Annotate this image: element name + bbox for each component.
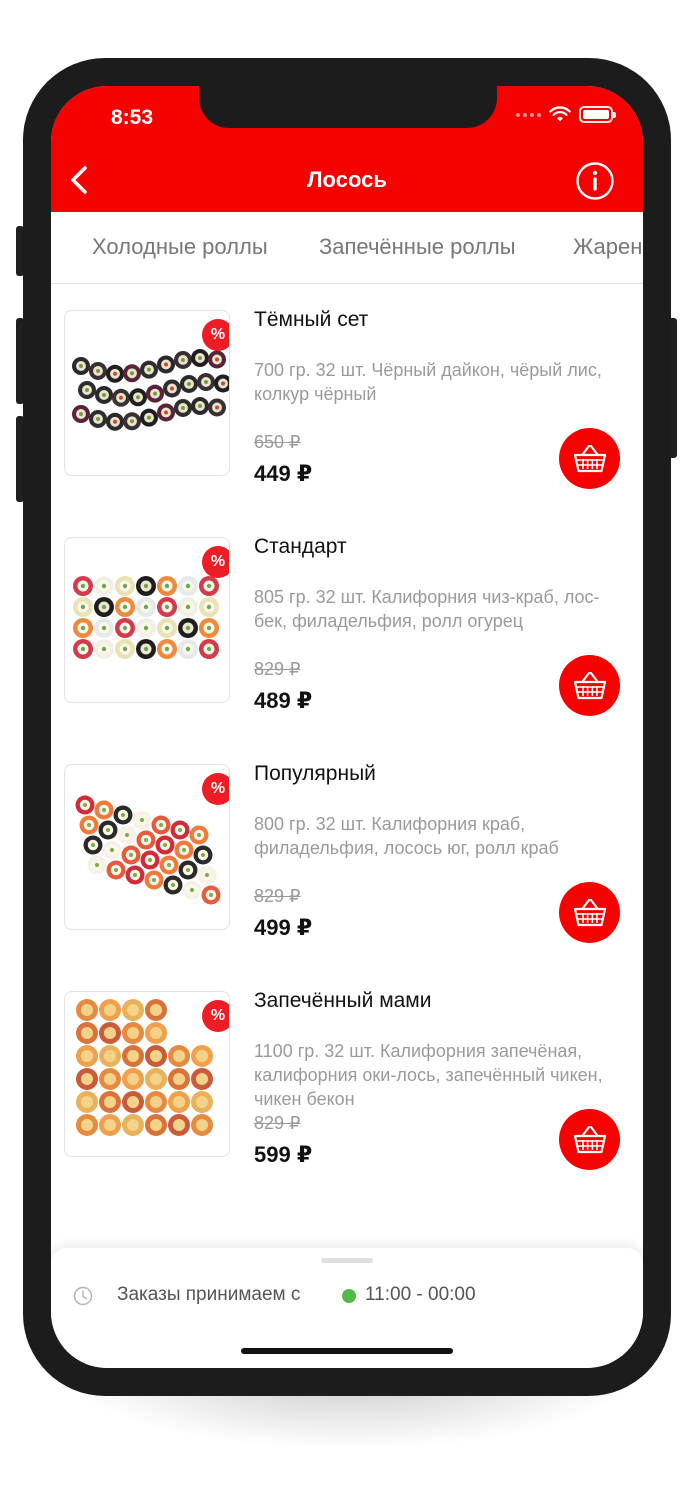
notch [199, 86, 497, 128]
price: 489 ₽ [254, 688, 313, 713]
wifi-icon [549, 106, 571, 122]
product-card[interactable]: % Популярный 800 гр. 32 шт. Калифорния к… [51, 762, 643, 991]
basket-icon [573, 898, 606, 926]
chevron-left-icon [71, 166, 87, 194]
page-title: Лосось [307, 167, 387, 192]
product-description: 800 гр. 32 шт. Калифорния краб, филадель… [254, 814, 559, 858]
price: 499 ₽ [254, 915, 313, 940]
info-button[interactable] [575, 161, 615, 201]
category-tabs: Холодные роллы Запечённые роллы Жарен [51, 212, 643, 284]
product-name: Стандарт [254, 535, 347, 558]
app-screen: 8:53 Лосось Холодные роллы Запечённые ро… [51, 86, 643, 1368]
price: 599 ₽ [254, 1142, 313, 1167]
status-icons [516, 106, 616, 123]
product-name: Популярный [254, 762, 376, 785]
open-status-dot [342, 1289, 356, 1303]
add-to-cart-button[interactable] [559, 655, 620, 716]
battery-icon [579, 106, 616, 123]
product-card[interactable]: % Стандарт 805 гр. 32 шт. Калифорния чиз… [51, 535, 643, 764]
info-icon [576, 162, 614, 200]
product-card[interactable]: % Запечённый мами 1100 гр. 32 шт. Калифо… [51, 989, 643, 1218]
product-image: % [64, 764, 230, 930]
hours-time: 11:00 - 00:00 [365, 1284, 476, 1305]
product-image: % [64, 537, 230, 703]
clock-icon [73, 1286, 93, 1306]
tab-baked-rolls[interactable]: Запечённые роллы [319, 234, 516, 260]
product-name: Тёмный сет [254, 308, 369, 331]
phone-frame: 8:53 Лосось Холодные роллы Запечённые ро… [23, 58, 671, 1396]
product-name: Запечённый мами [254, 989, 432, 1012]
discount-badge: % [202, 319, 229, 351]
basket-icon [573, 671, 606, 699]
product-description: 1100 гр. 32 шт. Калифорния запечёная, ка… [254, 1041, 603, 1109]
status-time: 8:53 [110, 106, 154, 129]
add-to-cart-button[interactable] [559, 428, 620, 489]
discount-badge: % [202, 773, 229, 805]
product-description: 700 гр. 32 шт. Чёрный дайкон, чёрый лис,… [254, 360, 602, 404]
old-price: 829 ₽ [254, 886, 301, 906]
price: 449 ₽ [254, 461, 313, 486]
old-price: 650 ₽ [254, 432, 301, 452]
signal-icon [516, 112, 541, 117]
basket-icon [573, 1125, 606, 1153]
product-image: % [64, 310, 230, 476]
basket-icon [573, 444, 606, 472]
hours-label: Заказы принимаем с [117, 1284, 301, 1305]
add-to-cart-button[interactable] [559, 1109, 620, 1170]
old-price: 829 ₽ [254, 1113, 301, 1133]
discount-badge: % [202, 546, 229, 578]
add-to-cart-button[interactable] [559, 882, 620, 943]
drag-handle[interactable] [321, 1258, 373, 1263]
back-button[interactable] [65, 160, 99, 200]
product-image: % [64, 991, 230, 1157]
tab-fried-rolls[interactable]: Жарен [573, 234, 642, 260]
app-header: 8:53 Лосось [51, 86, 643, 212]
home-indicator [241, 1348, 453, 1354]
discount-badge: % [202, 1000, 229, 1032]
tab-cold-rolls[interactable]: Холодные роллы [92, 234, 268, 260]
old-price: 829 ₽ [254, 659, 301, 679]
product-description: 805 гр. 32 шт. Калифорния чиз-краб, лос-… [254, 587, 600, 631]
product-card[interactable]: % Тёмный сет 700 гр. 32 шт. Чёрный дайко… [51, 308, 643, 537]
